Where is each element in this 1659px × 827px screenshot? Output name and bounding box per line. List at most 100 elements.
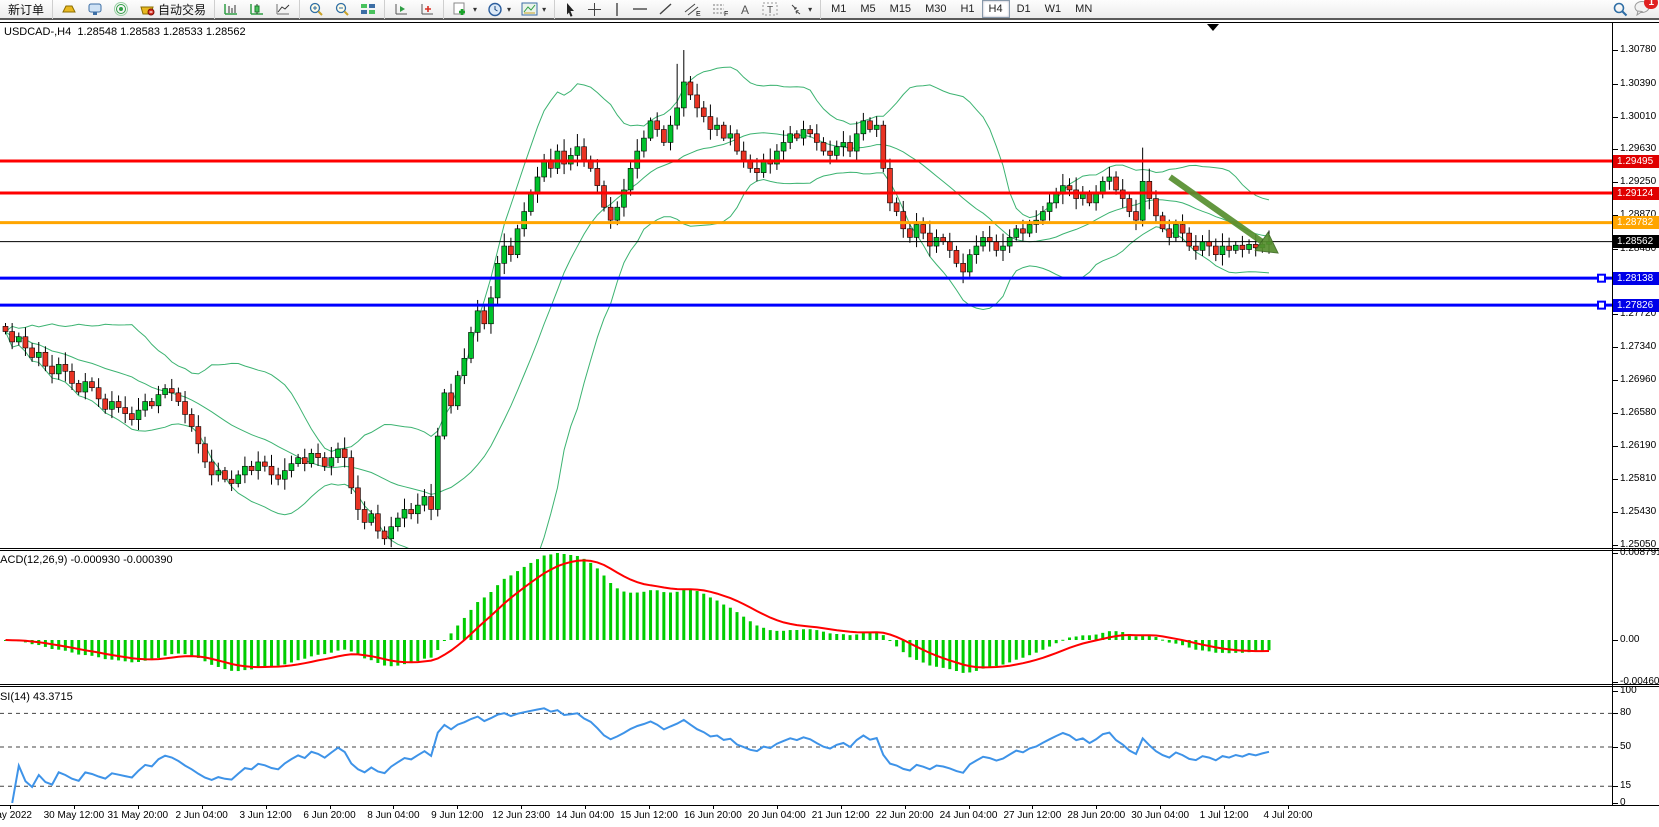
main-macd-separator-1[interactable] bbox=[0, 548, 1659, 549]
macd-histogram-bar bbox=[430, 640, 433, 658]
macd-indicator-pane[interactable] bbox=[0, 551, 1612, 684]
timeframe-button-m30[interactable]: M30 bbox=[918, 0, 953, 18]
macd-histogram-bar bbox=[842, 634, 845, 640]
timeframe-button-h4[interactable]: H4 bbox=[982, 0, 1010, 18]
timeframe-button-m1[interactable]: M1 bbox=[824, 0, 853, 18]
candle-body bbox=[1200, 242, 1205, 251]
candle-body bbox=[196, 427, 201, 444]
profile-group bbox=[384, 0, 443, 19]
timeframe-button-mn[interactable]: MN bbox=[1068, 0, 1099, 18]
timeframe-button-m15[interactable]: M15 bbox=[883, 0, 918, 18]
axis-tick bbox=[1613, 149, 1618, 150]
terminals-button[interactable] bbox=[82, 0, 108, 18]
shapes-button[interactable]: ▾ bbox=[783, 0, 817, 18]
text-button[interactable]: A bbox=[734, 0, 757, 18]
macd-histogram-bar bbox=[523, 567, 526, 640]
macd-histogram-bar bbox=[589, 563, 592, 640]
candle-body bbox=[488, 298, 493, 324]
macd-histogram-bar bbox=[736, 612, 739, 640]
candle-body bbox=[216, 471, 221, 475]
candle-body bbox=[429, 496, 434, 509]
macd-histogram-bar bbox=[942, 640, 945, 668]
auto-trading-icon bbox=[139, 2, 155, 16]
macd-histogram-bar bbox=[190, 640, 193, 655]
candle-body bbox=[336, 449, 341, 458]
new-order-button[interactable]: 新订单 bbox=[3, 0, 49, 18]
macd-histogram-bar bbox=[829, 633, 832, 640]
level-marker[interactable] bbox=[1598, 275, 1605, 282]
time-label: 9 Jun 12:00 bbox=[431, 810, 483, 821]
macd-histogram-bar bbox=[144, 640, 147, 661]
candle-body bbox=[688, 82, 693, 95]
macd-histogram-bar bbox=[257, 640, 260, 668]
auto-trading-button[interactable]: 自动交易 bbox=[134, 0, 211, 18]
candle-body bbox=[163, 389, 168, 395]
main-macd-separator-2[interactable] bbox=[0, 550, 1659, 551]
line-chart-button[interactable] bbox=[270, 0, 296, 18]
trendline-button[interactable] bbox=[653, 0, 678, 18]
horizontal-line-button[interactable] bbox=[627, 0, 653, 18]
candle-body bbox=[1087, 194, 1092, 203]
macd-histogram-bar bbox=[656, 590, 659, 640]
candle-body bbox=[901, 212, 906, 229]
text-label-button[interactable]: T bbox=[757, 0, 783, 18]
axis-tick bbox=[1613, 713, 1618, 714]
fibonacci-button[interactable]: F bbox=[706, 0, 734, 18]
rsi-tick-label: 100 bbox=[1620, 685, 1637, 696]
macd-histogram-bar bbox=[795, 630, 798, 640]
rsi-indicator-pane[interactable] bbox=[0, 688, 1612, 805]
timeframe-button-w1[interactable]: W1 bbox=[1038, 0, 1069, 18]
candle-body bbox=[641, 138, 646, 151]
level-marker[interactable] bbox=[1598, 302, 1605, 309]
add-indicator-button[interactable] bbox=[414, 0, 440, 18]
cursor-button[interactable] bbox=[558, 0, 582, 18]
main-chart-pane[interactable] bbox=[0, 22, 1612, 548]
zoom-out-button[interactable] bbox=[329, 0, 355, 18]
bollinger-band-l bbox=[6, 172, 1270, 548]
candle-body bbox=[475, 311, 480, 333]
macd-rsi-separator-2[interactable] bbox=[0, 686, 1659, 687]
market-watch-button[interactable] bbox=[56, 0, 82, 18]
dropdown-arrow-icon: ▾ bbox=[473, 5, 477, 14]
vertical-line-button[interactable] bbox=[607, 0, 627, 18]
periods-button[interactable]: ▾ bbox=[482, 0, 516, 18]
candle-body bbox=[1067, 186, 1072, 190]
macd-histogram-bar bbox=[729, 608, 732, 640]
candle-body bbox=[282, 471, 287, 480]
macd-histogram-bar bbox=[416, 640, 419, 661]
zoom-in-button[interactable] bbox=[303, 0, 329, 18]
macd-histogram-bar bbox=[170, 640, 173, 654]
chat-button[interactable]: 1 bbox=[1633, 0, 1651, 19]
macd-rsi-separator-1[interactable] bbox=[0, 684, 1659, 685]
signals-button[interactable] bbox=[108, 0, 134, 18]
new-chart-button[interactable]: ▾ bbox=[447, 0, 482, 18]
equidistant-channel-button[interactable]: E bbox=[678, 0, 706, 18]
timeframe-button-d1[interactable]: D1 bbox=[1010, 0, 1038, 18]
candle-body bbox=[30, 348, 35, 357]
template-button[interactable]: ▾ bbox=[516, 0, 551, 18]
service-group: 自动交易 bbox=[52, 0, 214, 19]
macd-histogram-bar bbox=[649, 590, 652, 640]
timeframe-button-h1[interactable]: H1 bbox=[953, 0, 981, 18]
tile-windows-button[interactable] bbox=[355, 0, 381, 18]
zoom-group bbox=[299, 0, 384, 19]
macd-histogram-bar bbox=[749, 621, 752, 640]
bar-chart-button[interactable] bbox=[218, 0, 244, 18]
candle-body bbox=[76, 383, 81, 392]
macd-histogram-bar bbox=[962, 640, 965, 673]
macd-histogram-bar bbox=[742, 617, 745, 640]
indicators-button[interactable] bbox=[388, 0, 414, 18]
search-button[interactable] bbox=[1607, 0, 1633, 18]
price-badge-1.27826: 1.27826 bbox=[1613, 299, 1659, 312]
crosshair-button[interactable] bbox=[582, 0, 607, 18]
candle-body bbox=[1207, 242, 1212, 246]
macd-histogram-bar bbox=[622, 592, 625, 640]
timeframe-button-m5[interactable]: M5 bbox=[853, 0, 882, 18]
candle-body bbox=[1153, 199, 1158, 216]
macd-name: MACD(12,26,9) bbox=[0, 554, 67, 566]
candlestick-chart-button[interactable] bbox=[244, 0, 270, 18]
time-label: 27 Jun 12:00 bbox=[1003, 810, 1061, 821]
macd-histogram-bar bbox=[77, 640, 80, 655]
macd-histogram-bar bbox=[456, 626, 459, 640]
macd-histogram-bar bbox=[277, 640, 280, 666]
